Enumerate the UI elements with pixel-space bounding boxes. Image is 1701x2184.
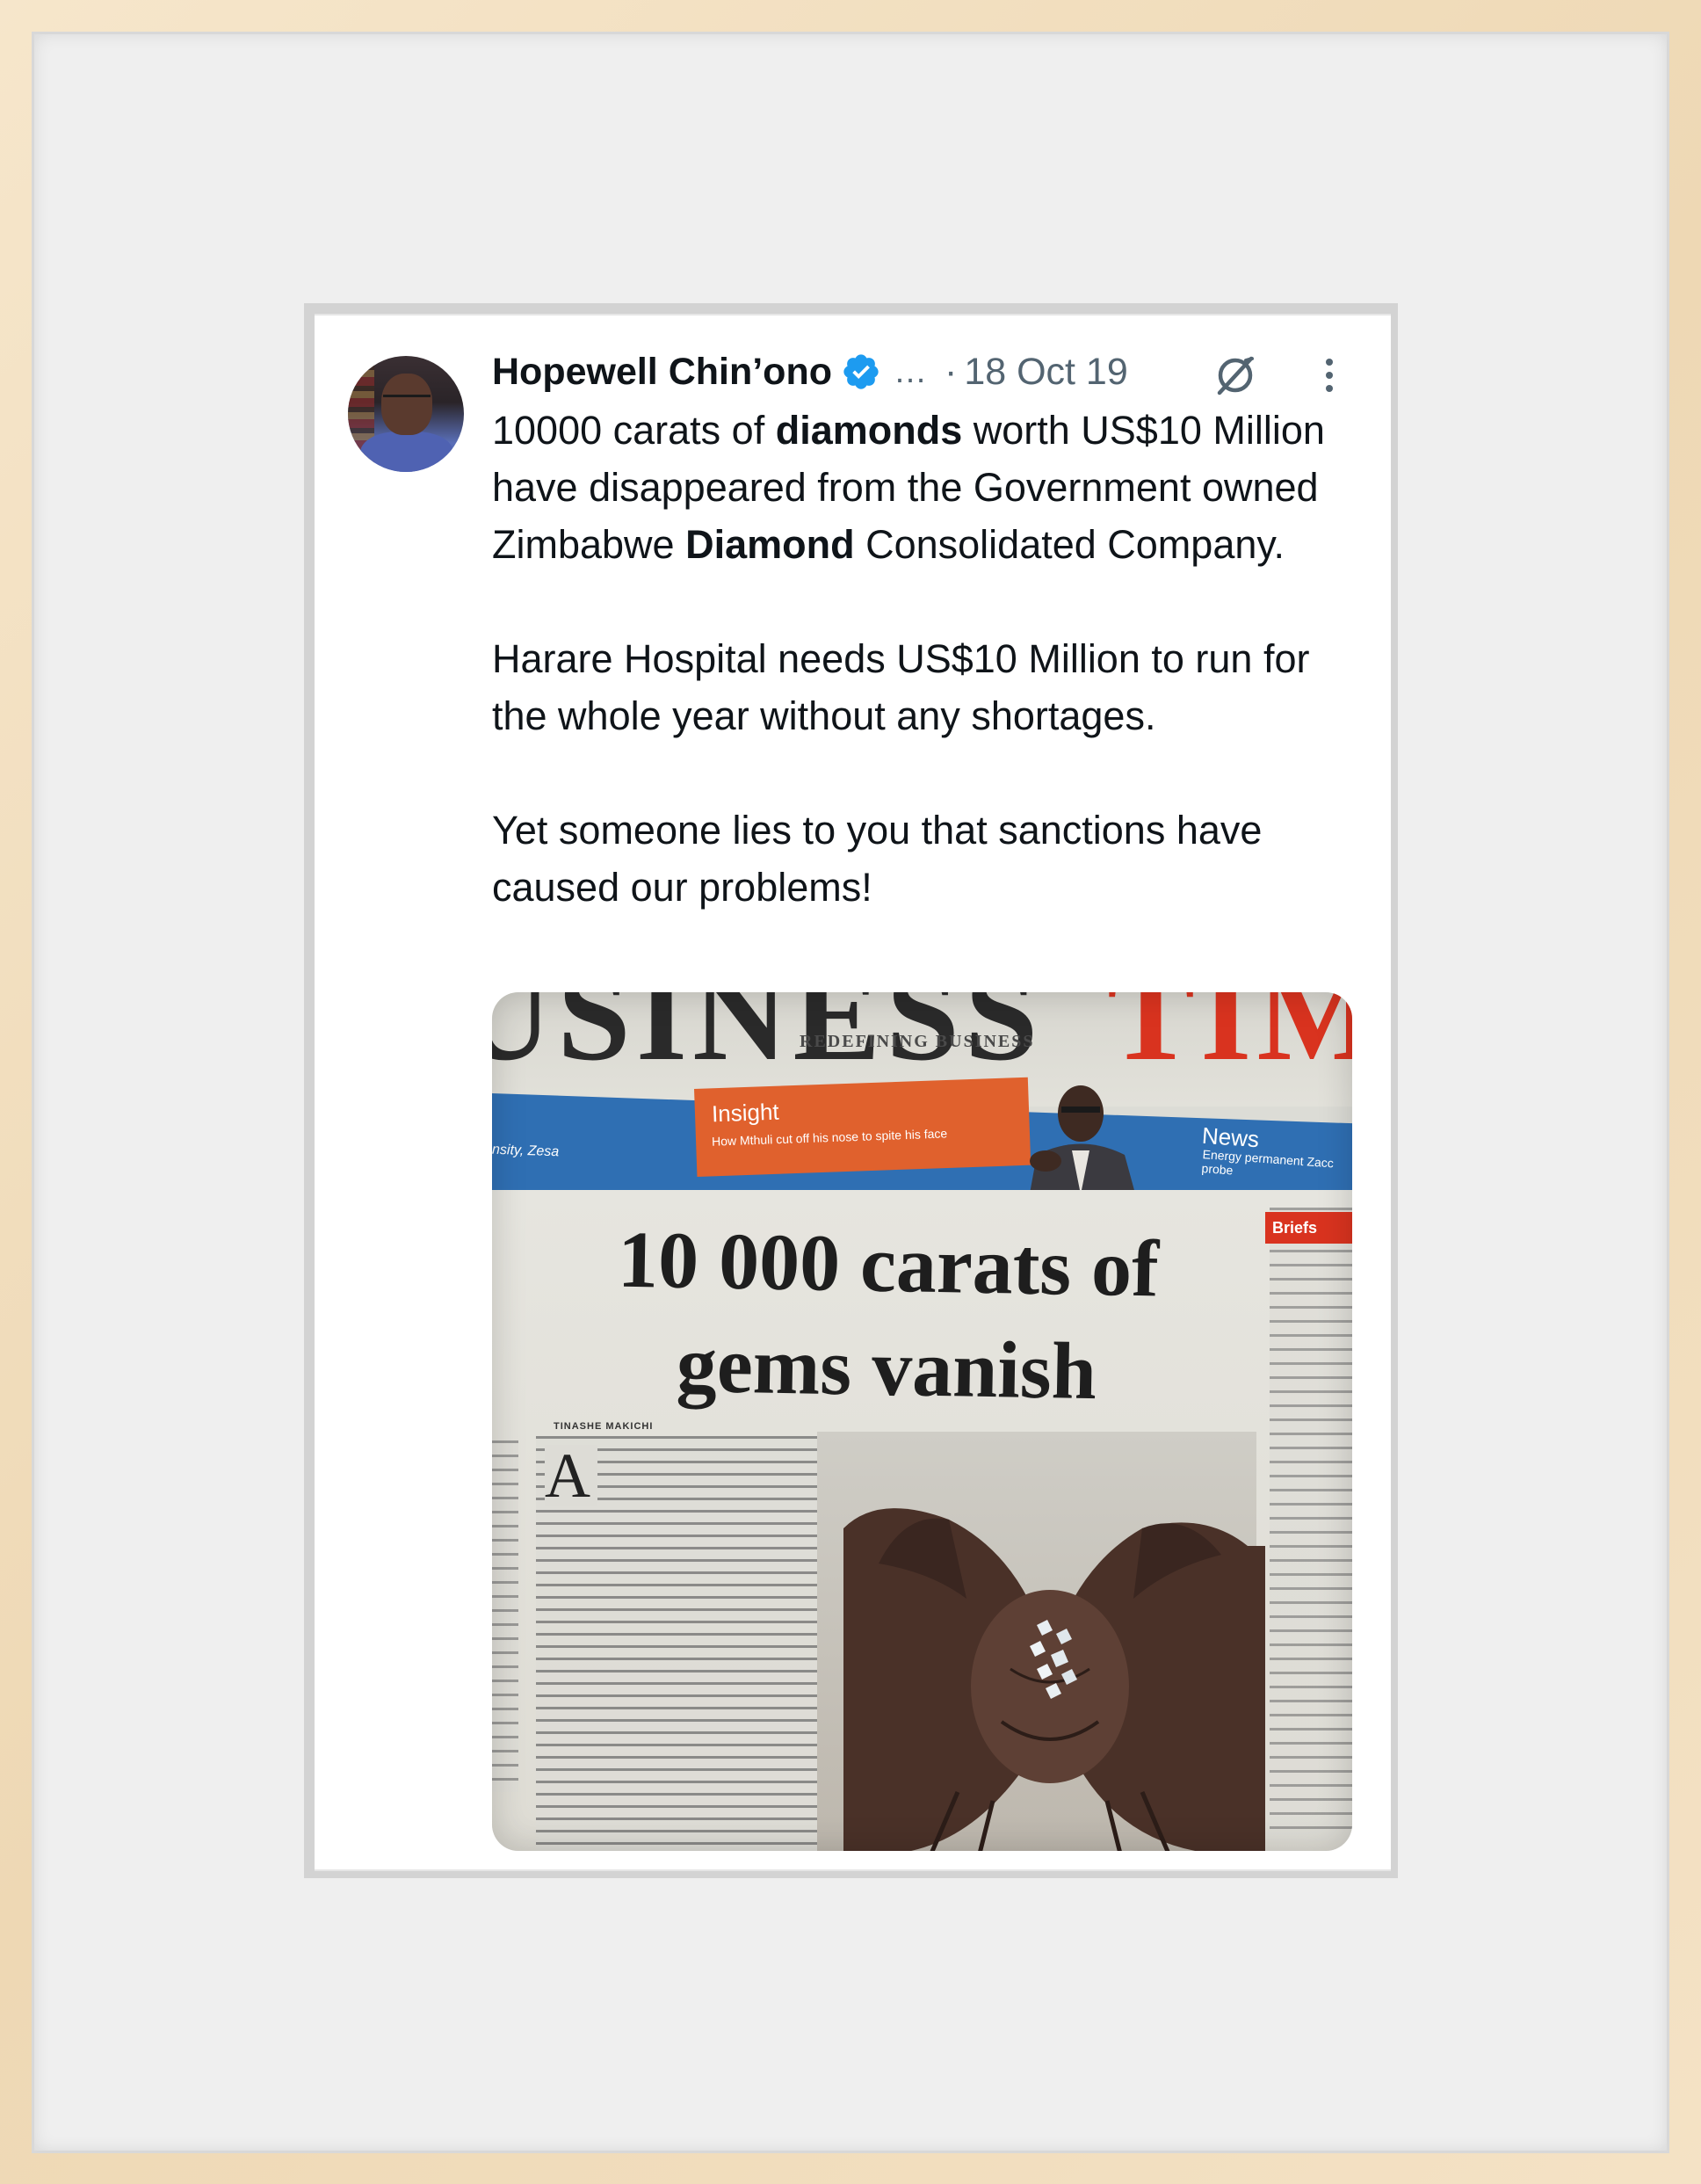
tweet-paragraph: Yet someone lies to you that sanctions h… [492,802,1371,916]
more-vertical-icon[interactable] [1316,351,1343,400]
author-name[interactable]: Hopewell Chin’ono [492,351,832,394]
tweet-text-bold-run: Diamond [685,522,855,567]
tweet-text-run: Consolidated Company. [854,522,1285,567]
picture-frame: Hopewell Chin’ono … · 18 Oct 19 10000 ca… [0,0,1701,2184]
tweet-media-image[interactable]: USINESS TIM REDEFINING BUSINESS nsity, Z… [492,992,1352,1851]
tweet-header: Hopewell Chin’ono … · 18 Oct 19 [492,347,1128,396]
tweet-paragraph: 10000 carats of diamonds worth US$10 Mil… [492,402,1371,573]
tweet-text-run: Yet someone lies to you that sanctions h… [492,808,1263,910]
name-truncation-ellipsis: … [893,352,927,390]
tweet-card[interactable]: Hopewell Chin’ono … · 18 Oct 19 10000 ca… [315,314,1391,1871]
tweet-text-run: 10000 carats of [492,408,776,453]
verified-badge-icon [843,354,879,389]
separator-dot: · [944,350,958,393]
tweet-paragraph: Harare Hospital needs US$10 Million to r… [492,630,1371,744]
tweet-text: 10000 carats of diamonds worth US$10 Mil… [492,402,1371,916]
avatar-glasses [383,395,431,406]
tweet-text-bold-run: diamonds [775,408,963,453]
grok-icon[interactable] [1211,351,1260,400]
media-edge-shadow [492,992,1352,1851]
avatar-shirt [360,432,453,472]
tweet-text-run: Harare Hospital needs US$10 Million to r… [492,636,1310,738]
tweet-date[interactable]: 18 Oct 19 [964,351,1127,394]
avatar[interactable] [348,356,464,472]
